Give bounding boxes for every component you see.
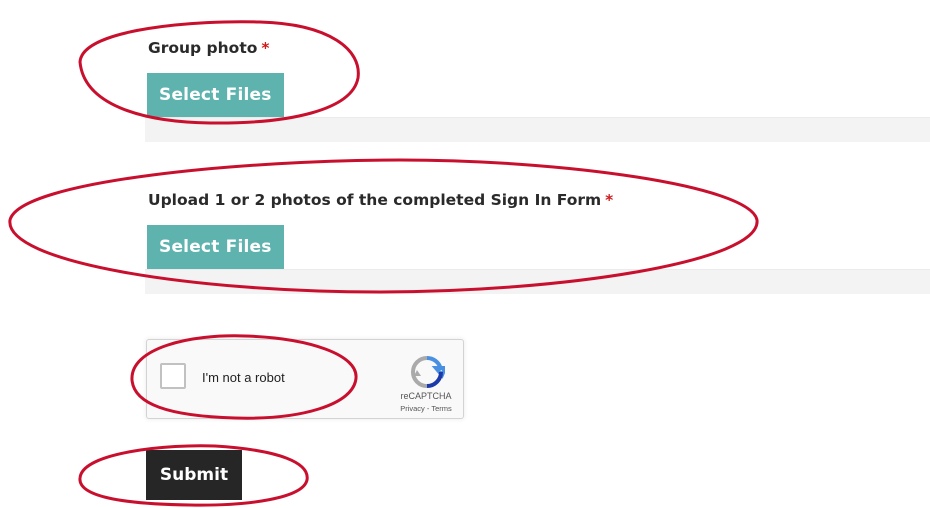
required-asterisk: * bbox=[605, 191, 614, 209]
submit-button[interactable]: Submit bbox=[146, 450, 242, 500]
annotation-layer bbox=[8, 20, 759, 507]
recaptcha-checkbox[interactable] bbox=[160, 363, 186, 389]
group-photo-file-list bbox=[145, 117, 930, 142]
recaptcha-widget: I'm not a robot reCAPTCHA Privacy - Term… bbox=[146, 339, 464, 419]
group-photo-label-text: Group photo bbox=[148, 39, 258, 57]
sign-in-form-label: Upload 1 or 2 photos of the completed Si… bbox=[148, 191, 613, 209]
group-photo-label: Group photo * bbox=[148, 39, 270, 57]
group-photo-select-files-button[interactable]: Select Files bbox=[147, 73, 284, 117]
recaptcha-label: I'm not a robot bbox=[202, 370, 285, 385]
sign-in-form-label-text: Upload 1 or 2 photos of the completed Si… bbox=[148, 191, 602, 209]
recaptcha-brand: reCAPTCHA bbox=[400, 391, 452, 401]
required-asterisk: * bbox=[261, 39, 270, 57]
recaptcha-privacy-terms-link[interactable]: Privacy - Terms bbox=[393, 404, 459, 413]
recaptcha-logo-icon bbox=[410, 355, 445, 388]
sign-in-form-file-list bbox=[145, 269, 930, 294]
sign-in-form-select-files-button[interactable]: Select Files bbox=[147, 225, 284, 269]
